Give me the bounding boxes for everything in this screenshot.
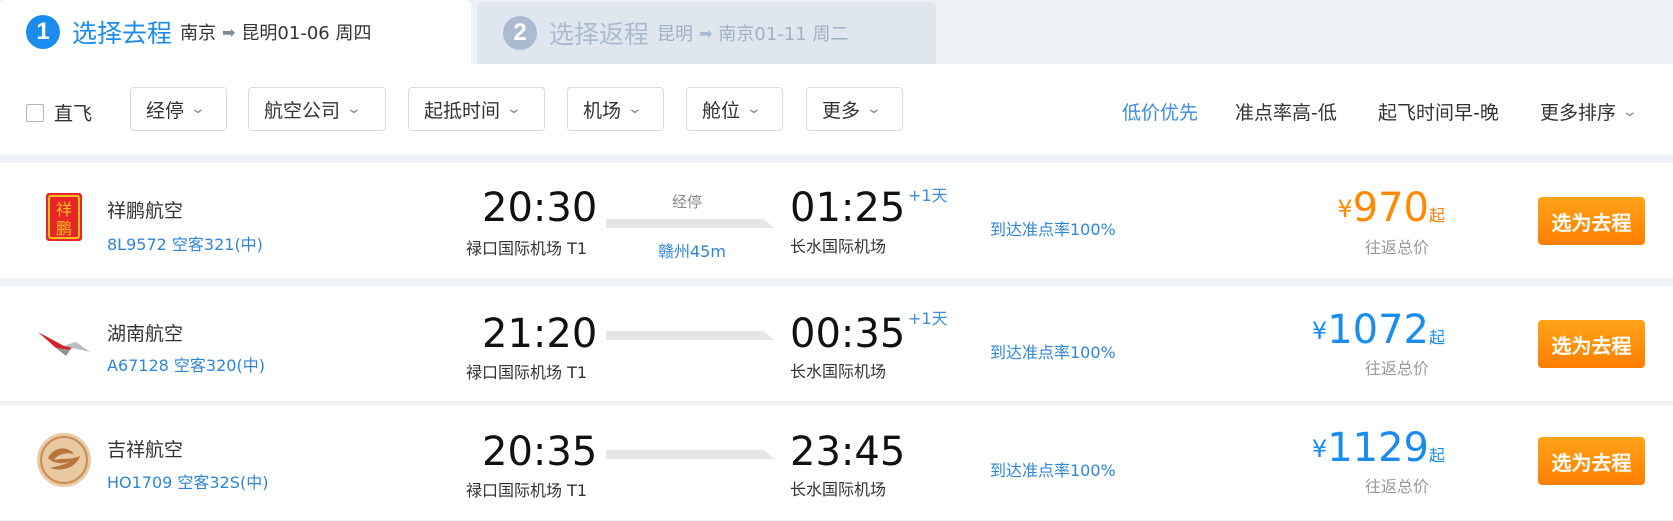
price: ¥ 1072 起 bbox=[1312, 310, 1445, 350]
chevron-down-icon: ⌄ bbox=[626, 101, 644, 117]
sort-departure-time[interactable]: 起飞时间早-晚 bbox=[1378, 98, 1499, 125]
flight-number[interactable]: A67128 空客320(中) bbox=[107, 352, 265, 376]
filter-bar: 直飞 经停 ⌄ 航空公司 ⌄ 起抵时间 ⌄ 机场 ⌄ 舱位 ⌄ 更多 ⌄ 低价优先 准点率高… bbox=[0, 64, 1673, 155]
price: ¥ 970 起 bbox=[1337, 188, 1445, 228]
filter-label: 起抵时间 bbox=[424, 99, 501, 122]
filter-airport-dropdown[interactable]: 机场 ⌄ bbox=[567, 87, 664, 131]
flight-number[interactable]: HO1709 空客32S(中) bbox=[107, 469, 268, 493]
step-number-badge: 1 bbox=[26, 15, 60, 49]
step-number-badge: 2 bbox=[503, 16, 537, 50]
airline-name: 祥鹏航空 bbox=[107, 200, 184, 222]
ontime-rate[interactable]: 到达准点率100% bbox=[990, 457, 1116, 481]
chevron-down-icon: ⌄ bbox=[745, 101, 763, 117]
step-route: 南京 ➡ 昆明 01-06 周四 bbox=[180, 19, 371, 45]
step-route: 昆明 ➡ 南京 01-11 周二 bbox=[657, 20, 848, 46]
price-value: 1129 bbox=[1327, 425, 1429, 471]
trip-steps: 1 选择去程 南京 ➡ 昆明 01-06 周四 2 选择返程 昆明 ➡ 南京 0… bbox=[0, 0, 1673, 64]
flight-row[interactable]: 祥 鹏 祥鹏航空 8L9572 空客321(中) 20:30 禄口国际机场 T1… bbox=[0, 163, 1673, 278]
flight-row[interactable]: 吉祥航空 HO1709 空客32S(中) 20:35 禄口国际机场 T1 23:… bbox=[0, 405, 1673, 520]
price-note: 往返总价 bbox=[1364, 238, 1429, 257]
currency-symbol: ¥ bbox=[1337, 195, 1353, 223]
arrival-airport: 长水国际机场 bbox=[790, 480, 887, 499]
route-track-arrow bbox=[606, 331, 774, 340]
step-title: 选择去程 bbox=[72, 19, 173, 48]
plus-day-badge: +1天 bbox=[908, 186, 948, 205]
arrow-right-icon: ➡ bbox=[222, 22, 236, 42]
filter-time-dropdown[interactable]: 起抵时间 ⌄ bbox=[408, 87, 545, 131]
arrival-time: 01:25 bbox=[790, 185, 906, 231]
currency-symbol: ¥ bbox=[1311, 435, 1328, 463]
filter-label: 舱位 bbox=[702, 99, 741, 122]
xiangpeng-airline-logo-icon: 祥 鹏 bbox=[36, 189, 92, 245]
arrow-right-icon: ➡ bbox=[699, 23, 713, 43]
select-outbound-button[interactable]: 选为去程 bbox=[1538, 320, 1645, 368]
chevron-down-icon: ⌄ bbox=[865, 101, 883, 117]
departure-airport: 禄口国际机场 T1 bbox=[466, 481, 588, 500]
plus-day-badge: +1天 bbox=[908, 309, 948, 328]
arrival-time: 23:45 bbox=[790, 429, 906, 475]
direct-flight-label: 直飞 bbox=[54, 103, 93, 125]
airline-name: 吉祥航空 bbox=[107, 439, 184, 461]
step-title: 选择返程 bbox=[549, 20, 650, 49]
departure-time: 20:30 bbox=[482, 185, 598, 231]
step-outbound-tab[interactable]: 1 选择去程 南京 ➡ 昆明 01-06 周四 bbox=[0, 0, 471, 64]
ontime-rate[interactable]: 到达准点率100% bbox=[990, 216, 1116, 240]
filter-label: 更多 bbox=[822, 99, 861, 122]
filter-label: 经停 bbox=[146, 99, 185, 122]
juneyao-airline-logo-icon bbox=[36, 432, 92, 488]
stop-city[interactable]: 赣州45m bbox=[658, 238, 726, 262]
chevron-down-icon: ⌄ bbox=[345, 101, 363, 117]
price: ¥ 1129 起 bbox=[1312, 428, 1445, 468]
filter-label: 机场 bbox=[583, 99, 622, 122]
filter-airline-dropdown[interactable]: 航空公司 ⌄ bbox=[248, 87, 386, 131]
logo-char-1: 祥 bbox=[56, 200, 72, 219]
filter-cabin-dropdown[interactable]: 舱位 ⌄ bbox=[686, 87, 783, 131]
departure-time: 21:20 bbox=[482, 311, 598, 357]
select-outbound-button[interactable]: 选为去程 bbox=[1538, 197, 1645, 245]
airline-name: 湖南航空 bbox=[107, 323, 184, 345]
route-date: 01-06 周四 bbox=[277, 23, 372, 44]
departure-airport: 禄口国际机场 T1 bbox=[466, 363, 588, 382]
filter-stops-dropdown[interactable]: 经停 ⌄ bbox=[130, 87, 227, 131]
flight-row[interactable]: 湖南航空 A67128 空客320(中) 21:20 禄口国际机场 T1 00:… bbox=[0, 286, 1673, 401]
price-suffix: 起 bbox=[1428, 446, 1445, 465]
route-date: 01-11 周二 bbox=[754, 24, 849, 45]
price-note: 往返总价 bbox=[1364, 477, 1429, 496]
filter-label: 航空公司 bbox=[264, 99, 341, 122]
sort-lowest-price[interactable]: 低价优先 bbox=[1122, 98, 1198, 125]
arrival-airport: 长水国际机场 bbox=[790, 237, 887, 256]
direct-flight-filter[interactable]: 直飞 bbox=[26, 99, 92, 126]
departure-airport: 禄口国际机场 T1 bbox=[466, 239, 588, 258]
direct-flight-checkbox[interactable] bbox=[26, 103, 44, 122]
departure-time: 20:35 bbox=[482, 429, 598, 475]
route-to: 昆明 bbox=[241, 23, 278, 44]
route-from: 南京 bbox=[180, 23, 217, 44]
stop-label: 经停 bbox=[672, 193, 703, 211]
step-return-tab[interactable]: 2 选择返程 昆明 ➡ 南京 01-11 周二 bbox=[477, 2, 936, 64]
route-track-arrow bbox=[606, 219, 774, 228]
route-track-arrow bbox=[606, 450, 774, 459]
ontime-rate[interactable]: 到达准点率100% bbox=[990, 339, 1116, 363]
arrival-airport: 长水国际机场 bbox=[790, 362, 887, 381]
price-suffix: 起 bbox=[1428, 328, 1445, 347]
sort-more-label: 更多排序 bbox=[1540, 102, 1617, 124]
currency-symbol: ¥ bbox=[1311, 317, 1328, 345]
arrival-time: 00:35 bbox=[790, 311, 906, 357]
price-value: 970 bbox=[1352, 185, 1429, 231]
chevron-down-icon: ⌄ bbox=[1621, 103, 1639, 120]
route-from: 昆明 bbox=[657, 24, 694, 45]
price-suffix: 起 bbox=[1428, 206, 1445, 225]
chevron-down-icon: ⌄ bbox=[189, 101, 207, 117]
chevron-down-icon: ⌄ bbox=[505, 101, 523, 117]
logo-char-2: 鹏 bbox=[56, 219, 72, 238]
select-outbound-button[interactable]: 选为去程 bbox=[1538, 437, 1645, 485]
price-value: 1072 bbox=[1327, 307, 1429, 353]
sort-more[interactable]: 更多排序 ⌄ bbox=[1540, 98, 1639, 125]
flight-number[interactable]: 8L9572 空客321(中) bbox=[107, 231, 263, 255]
price-note: 往返总价 bbox=[1364, 359, 1429, 378]
filter-more-dropdown[interactable]: 更多 ⌄ bbox=[806, 87, 903, 131]
sort-ontime-rate[interactable]: 准点率高-低 bbox=[1235, 98, 1337, 125]
route-to: 南京 bbox=[718, 24, 755, 45]
hunan-airline-logo-icon bbox=[36, 312, 92, 368]
